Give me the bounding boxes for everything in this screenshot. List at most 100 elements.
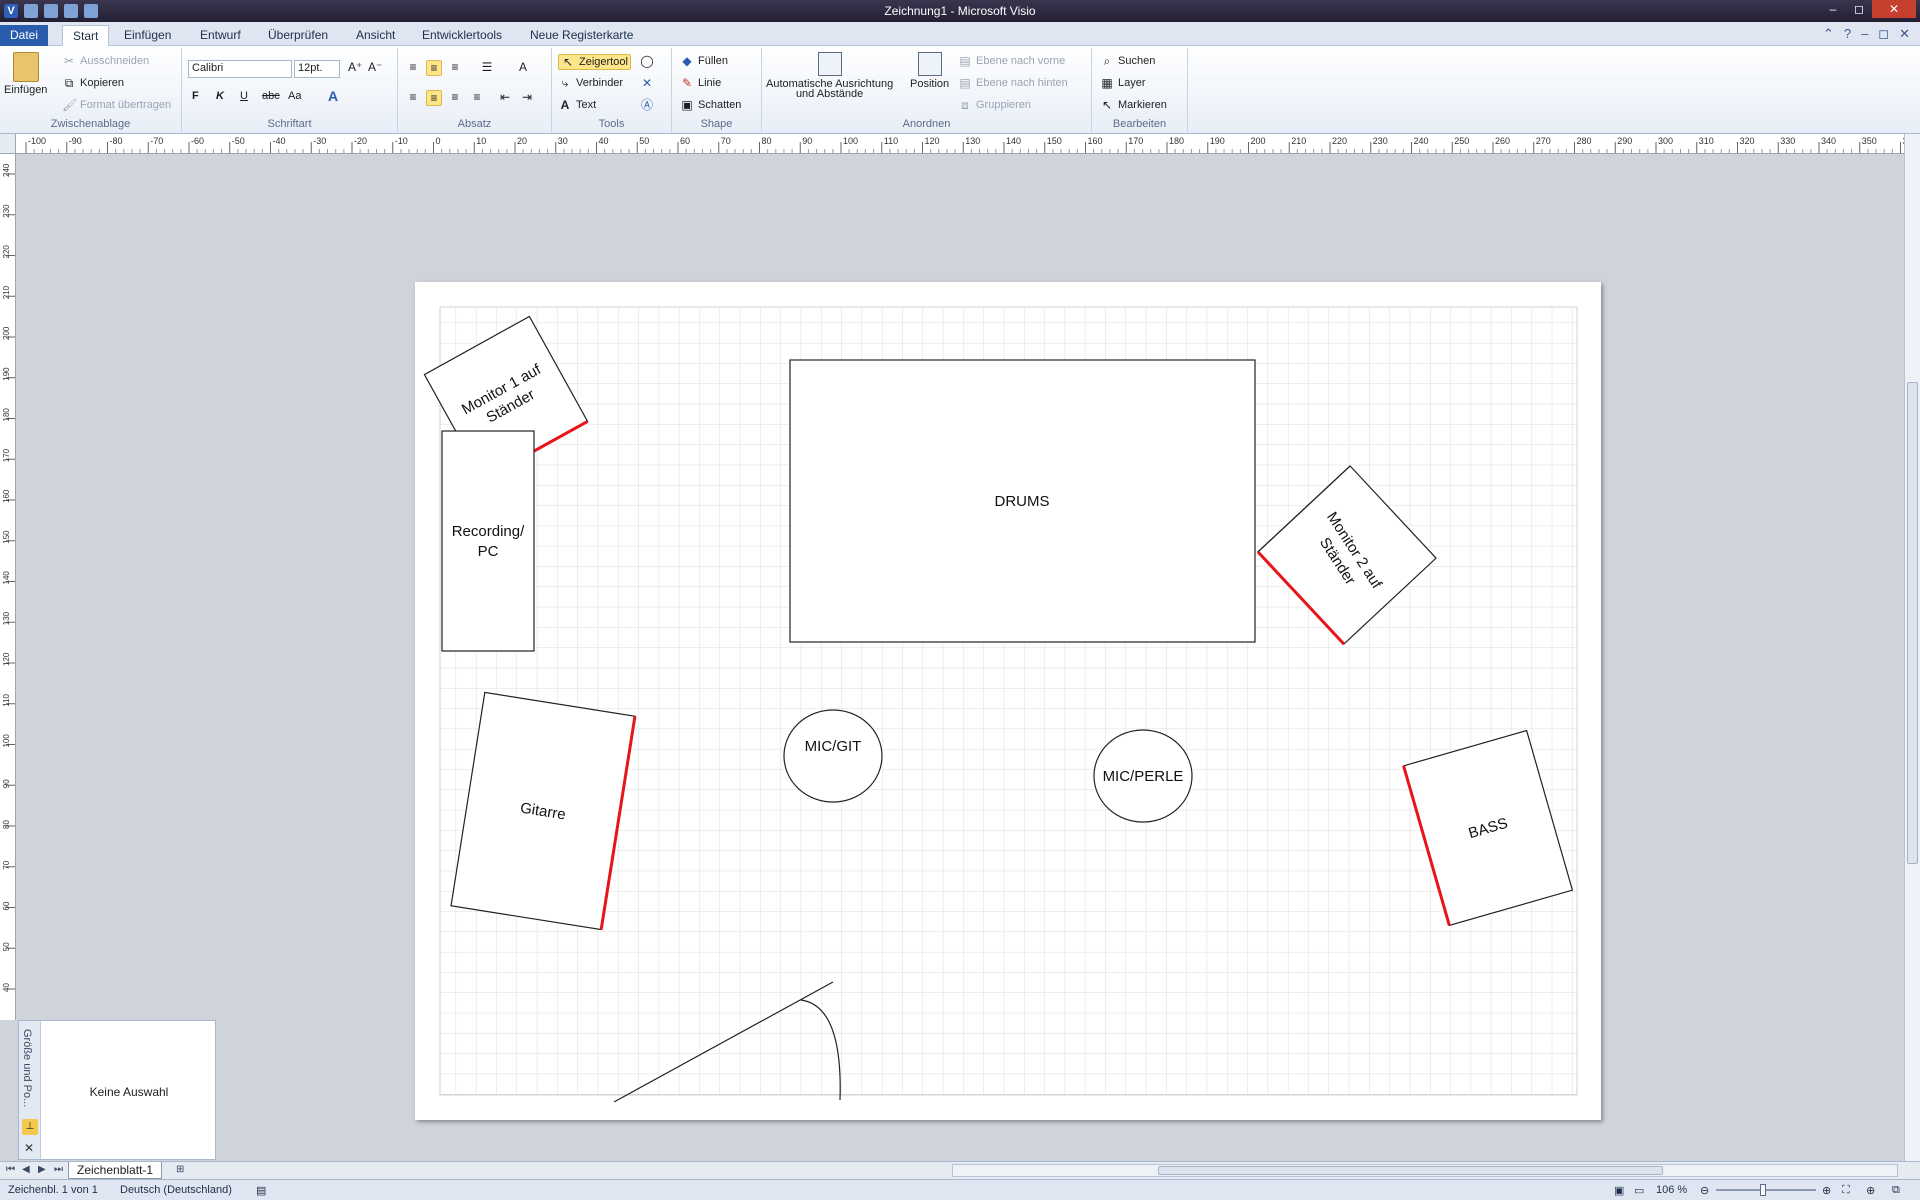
prev-sheet-icon[interactable]: ◀ [22,1164,30,1175]
fill-button[interactable]: ◆ Füllen [680,54,728,68]
first-sheet-icon[interactable]: ⏮ [6,1164,15,1175]
font-color-button[interactable]: A [328,88,338,104]
send-backward-button[interactable]: ▤ Ebene nach hinten [958,76,1067,90]
bullets-button[interactable]: ☰ [480,60,494,74]
pin-icon[interactable]: ⊥ [22,1119,38,1135]
tab-entwicklertools[interactable]: Entwicklertools [412,25,512,46]
drawing-canvas[interactable]: Monitor 1 auf Ständer Recording/ PC DRUM… [16,154,1904,1161]
pan-zoom-icon[interactable]: ⊕ [1866,1184,1875,1197]
diagram[interactable]: Monitor 1 auf Ständer Recording/ PC DRUM… [415,282,1601,1120]
strikethrough-button[interactable]: abc [262,90,280,102]
shape-gitarre[interactable]: Gitarre [450,691,637,931]
drawing-page[interactable]: Monitor 1 auf Ständer Recording/ PC DRUM… [415,282,1601,1120]
insert-sheet-icon[interactable]: ⊞ [176,1164,184,1175]
tab-datei[interactable]: Datei [0,25,49,46]
auto-align-button[interactable]: Automatische Ausrichtung und Abstände [766,52,893,100]
zoom-level[interactable]: 106 % [1656,1184,1687,1196]
line-button[interactable]: ✎ Linie [680,76,721,90]
text-tool-button[interactable]: A Text [558,98,597,112]
decrease-indent-button[interactable]: ⇤ [498,90,512,104]
text-direction-button[interactable]: A [516,60,530,74]
align-middle-button[interactable]: ≡ [426,60,442,76]
select-button[interactable]: ↖ Markieren [1100,98,1167,112]
group-objects-button[interactable]: ⧈ Gruppieren [958,98,1031,112]
italic-button[interactable]: K [216,90,224,102]
language-status[interactable]: Deutsch (Deutschland) [120,1184,232,1196]
tab-einfuegen[interactable]: Einfügen [114,25,181,46]
ruler-label: 70 [721,136,731,146]
sheet-tab-row: ⏮ ◀ ▶ ⏭ Zeichenblatt-1 ⊞ [0,1161,1920,1179]
tab-ueberpruefen[interactable]: Überprüfen [258,25,338,46]
font-family-select[interactable]: Calibri [188,60,292,78]
align-bottom-button[interactable]: ≡ [448,60,462,74]
shrink-font-button[interactable]: A⁻ [368,60,382,74]
connection-point-button[interactable]: ✕ [640,76,654,90]
text-direction-icon: A [518,60,527,74]
paste-button[interactable]: Einfügen [4,52,47,96]
next-sheet-icon[interactable]: ▶ [38,1164,46,1175]
format-painter-button[interactable]: 🖌 Format übertragen [62,98,171,112]
switch-windows-icon[interactable]: ⧉ [1892,1184,1900,1197]
shape-drums[interactable]: DRUMS [789,359,1256,643]
tab-neue-registerkarte[interactable]: Neue Registerkarte [520,25,643,46]
justify-button[interactable]: ≡ [470,90,484,104]
bold-button[interactable]: F [192,90,199,102]
last-sheet-icon[interactable]: ⏭ [54,1164,63,1175]
shape-tool-button[interactable]: ◯ [640,54,654,68]
tab-ansicht[interactable]: Ansicht [346,25,405,46]
horizontal-scroll-thumb[interactable] [1158,1166,1663,1175]
normal-view-icon[interactable]: ▣ [1614,1184,1624,1197]
page-status[interactable]: Zeichenbl. 1 von 1 [8,1184,98,1196]
font-size-select[interactable]: 12pt. [294,60,340,78]
rotate-text-button[interactable]: Ⓐ [640,98,654,112]
zoom-in-icon[interactable]: ⊕ [1822,1184,1831,1197]
copy-button[interactable]: ⧉ Kopieren [62,76,124,90]
grow-font-button[interactable]: A⁺ [348,60,362,74]
horizontal-scrollbar[interactable] [952,1164,1898,1177]
panel-close-icon[interactable]: ✕ [24,1141,34,1155]
tab-start[interactable]: Start [62,25,110,46]
shape-mic-git[interactable]: MIC/GIT [783,709,883,803]
increase-indent-button[interactable]: ⇥ [520,90,534,104]
ruler-label: 60 [2,901,11,910]
fullscreen-view-icon[interactable]: ▭ [1634,1184,1644,1197]
maximize-button[interactable]: ◻ [1846,0,1872,18]
collapse-ribbon-icon[interactable]: ⌃ [1823,26,1834,42]
position-button[interactable]: Position [910,52,949,90]
horizontal-ruler[interactable]: -100 -90 -80 -70 -60 -50 -40 -30 -20 -10 0 10 20 30 40… [16,134,1904,154]
vertical-ruler[interactable]: 240 230 220 210 200 190 180 170 160 150 140 130 120 1… [0,154,16,1020]
doc-restore-icon[interactable]: ◻ [1878,26,1889,42]
vertical-scrollbar[interactable] [1904,134,1920,1161]
align-center-button[interactable]: ≡ [426,90,442,106]
align-left-button[interactable]: ≡ [406,90,420,104]
ruler-label: 140 [1006,136,1021,146]
align-right-button[interactable]: ≡ [448,90,462,104]
sheet-tab[interactable]: Zeichenblatt-1 [68,1162,163,1179]
help-icon[interactable]: ? [1844,26,1851,42]
macro-icon[interactable]: ▤ [256,1184,266,1197]
zoom-slider[interactable] [1716,1184,1816,1196]
cut-button[interactable]: ✂ Ausschneiden [62,54,149,68]
vertical-scroll-thumb[interactable] [1907,382,1918,864]
pointer-tool-button[interactable]: ↖ Zeigertool [558,54,631,70]
shape-mic-perle[interactable]: MIC/PERLE [1093,729,1193,823]
copy-icon: ⧉ [64,76,74,90]
layer-button[interactable]: ▦ Layer [1100,76,1145,90]
connector-tool-button[interactable]: ⤷ Verbinder [558,76,623,90]
close-button[interactable]: ✕ [1872,0,1916,18]
doc-minimize-icon[interactable]: – [1861,26,1868,42]
underline-button[interactable]: U [240,90,248,102]
shadow-button[interactable]: ▣ Schatten [680,98,741,112]
align-top-button[interactable]: ≡ [406,60,420,74]
ruler-label: 130 [965,136,980,146]
minimize-button[interactable]: – [1820,0,1846,18]
fit-page-icon[interactable]: ⛶ [1842,1184,1850,1197]
bring-forward-button[interactable]: ▤ Ebene nach vorne [958,54,1065,68]
doc-close-icon[interactable]: ✕ [1899,26,1910,42]
zoom-out-icon[interactable]: ⊖ [1700,1184,1709,1197]
find-button[interactable]: ⌕ Suchen [1100,54,1156,68]
change-case-button[interactable]: Aa [288,90,301,102]
shape-recording-pc[interactable]: Recording/ PC [441,430,535,652]
zoom-slider-knob[interactable] [1760,1184,1766,1196]
tab-entwurf[interactable]: Entwurf [190,25,251,46]
